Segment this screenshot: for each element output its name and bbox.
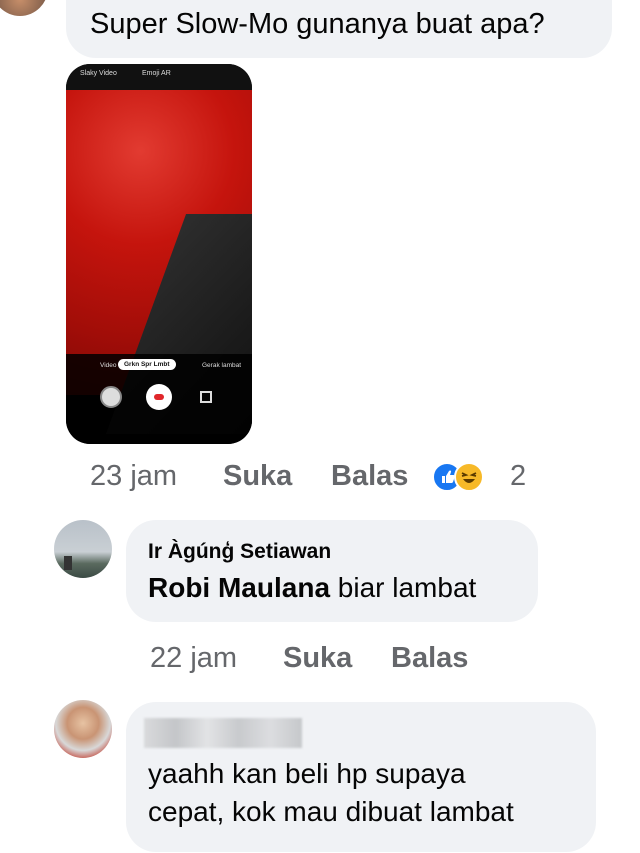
camera-top-label: Emoji AR [142, 70, 171, 77]
comment-meta: 22 jam Suka Balas [150, 642, 550, 682]
commenter-avatar[interactable] [54, 700, 112, 758]
camera-top-label: Slaky Video [80, 70, 117, 77]
commenter-avatar[interactable] [54, 520, 112, 578]
switch-camera-icon [200, 391, 212, 403]
camera-top-bar: Slaky Video Emoji AR [66, 64, 252, 90]
camera-mode-bar: Video Grkn Spr Lmbt Gerak lambat [66, 356, 252, 376]
record-button-icon [146, 384, 172, 410]
reactions[interactable] [432, 460, 512, 494]
video-attachment[interactable]: Slaky Video Emoji AR Video Grkn Spr Lmbt… [66, 64, 252, 444]
reaction-count[interactable]: 2 [510, 460, 526, 493]
comment-text-line: yaahh kan beli hp supaya [148, 758, 466, 789]
gallery-thumb-icon [100, 386, 122, 408]
comment-body: Robi Maulana biar lambat [148, 572, 476, 604]
avatar-figure [64, 556, 72, 570]
comment-bubble: Ir Àgúnģ Setiawan Robi Maulana biar lamb… [126, 520, 538, 622]
comment-time[interactable]: 23 jam [90, 460, 177, 493]
comment-author[interactable]: Ir Àgúnģ Setiawan [148, 540, 331, 564]
comment-text: biar lambat [337, 572, 477, 603]
like-link[interactable]: Suka [283, 642, 352, 675]
reply-link[interactable]: Balas [391, 642, 468, 675]
commenter-avatar[interactable] [0, 0, 48, 16]
comment-mention[interactable]: Robi Maulana [148, 572, 330, 603]
camera-mode: Video [100, 362, 117, 369]
comment-bubble: yaahh kan beli hp supaya cepat, kok mau … [126, 702, 596, 852]
like-link[interactable]: Suka [223, 460, 292, 493]
camera-mode: Gerak lambat [202, 362, 242, 369]
comment-time[interactable]: 22 jam [150, 642, 237, 675]
blurred-author-name [144, 718, 302, 748]
camera-mode-selected: Grkn Spr Lmbt [118, 359, 176, 370]
comment-text: Super Slow-Mo gunanya buat apa? [90, 8, 545, 40]
comment-bubble: Super Slow-Mo gunanya buat apa? [66, 0, 612, 58]
reply-link[interactable]: Balas [331, 460, 408, 493]
haha-icon [454, 462, 484, 492]
comment-text-line: cepat, kok mau dibuat lambat [148, 796, 514, 827]
comment-meta: 23 jam Suka Balas 2 [90, 460, 590, 500]
